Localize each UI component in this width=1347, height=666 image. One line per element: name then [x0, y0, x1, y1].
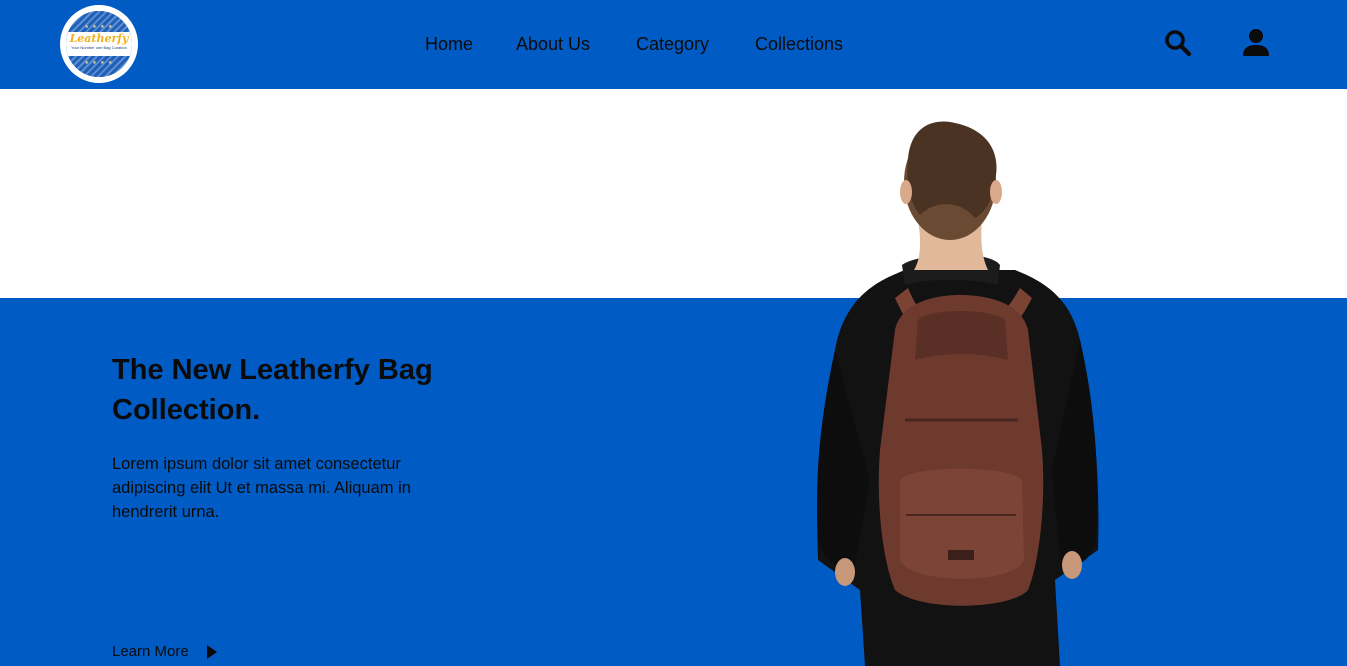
hand-left	[835, 558, 855, 586]
nav-collections[interactable]: Collections	[755, 33, 843, 55]
ear-left	[900, 180, 912, 204]
logo[interactable]: ★ ★ ★ ★ Leatherfy Your Number one Bag Cu…	[60, 5, 138, 83]
search-button[interactable]	[1163, 28, 1193, 58]
person-with-backpack-photo	[816, 121, 1099, 666]
logo-badge: ★ ★ ★ ★ Leatherfy Your Number one Bag Cu…	[64, 9, 134, 79]
logo-text-band: Leatherfy Your Number one Bag Curation	[66, 32, 132, 56]
search-icon	[1165, 30, 1192, 57]
hair	[907, 121, 997, 218]
logo-tagline: Your Number one Bag Curation	[71, 45, 127, 50]
account-button[interactable]	[1240, 28, 1272, 58]
hero-description: Lorem ipsum dolor sit amet consectetur a…	[112, 455, 411, 521]
backpack-pocket	[900, 468, 1024, 579]
logo-stars-top: ★ ★ ★ ★	[84, 24, 114, 30]
nav-home[interactable]: Home	[425, 33, 473, 55]
logo-name: Leatherfy	[69, 32, 129, 45]
hand-right	[1062, 551, 1082, 579]
learn-more-label: Learn More	[112, 643, 189, 660]
logo-stars-bottom: ★ ★ ★ ★	[84, 60, 114, 66]
nav-category[interactable]: Category	[636, 33, 709, 55]
backpack-top	[915, 311, 1008, 360]
user-icon	[1243, 29, 1269, 56]
ear-right	[990, 180, 1002, 204]
nav-about-us[interactable]: About Us	[516, 33, 590, 55]
learn-more-link[interactable]: Learn More	[112, 642, 217, 662]
play-arrow-icon	[207, 645, 217, 659]
hero-title: The New Leatherfy Bag Collection.	[112, 354, 433, 426]
backpack-badge	[948, 550, 974, 560]
site-header: ★ ★ ★ ★ Leatherfy Your Number one Bag Cu…	[0, 0, 1347, 89]
